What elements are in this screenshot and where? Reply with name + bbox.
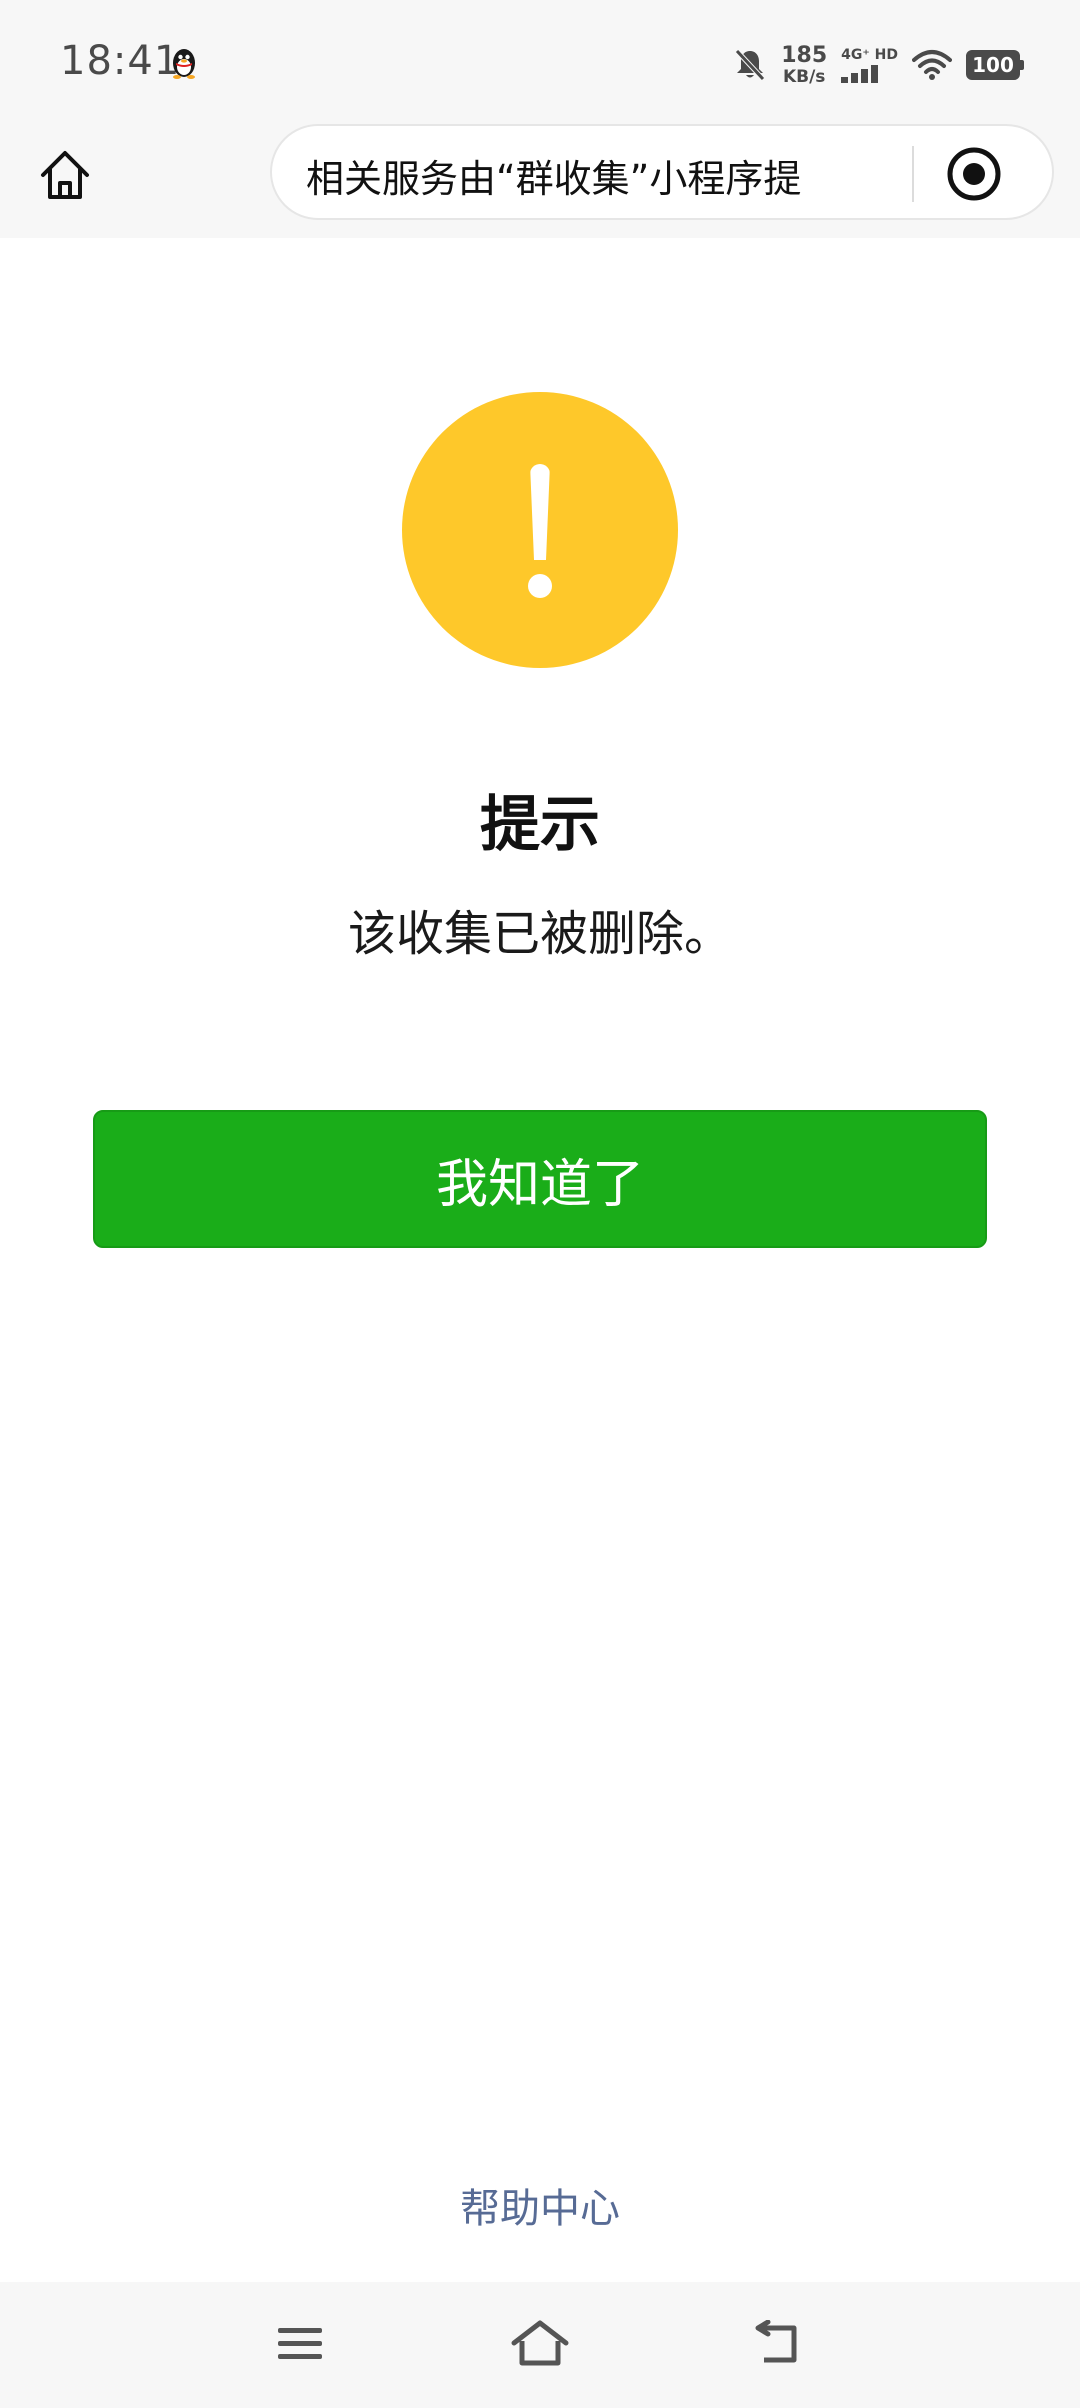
page: 18:41 185 KB/s 4G⁺ HD 100 相关服务由“群收集”小程序提… <box>0 0 1080 2408</box>
close-miniprogram-button[interactable] <box>944 144 1004 204</box>
warning-icon <box>402 392 678 668</box>
system-home-button[interactable] <box>510 2314 570 2374</box>
signal-indicator: 4G⁺ HD <box>841 48 898 83</box>
confirm-button[interactable]: 我知道了 <box>93 1110 987 1248</box>
net-speed: 185 KB/s <box>781 42 828 87</box>
status-bar: 18:41 185 KB/s 4G⁺ HD 100 <box>0 0 1080 118</box>
net-speed-value: 185 <box>781 42 828 68</box>
qq-penguin-icon <box>173 49 195 79</box>
help-center-link[interactable]: 帮助中心 <box>0 2176 1080 2234</box>
status-time: 18:41 <box>60 38 181 84</box>
dialog-title: 提示 <box>480 790 600 860</box>
menu-icon <box>278 2328 322 2359</box>
system-back-button[interactable] <box>750 2314 810 2374</box>
home-button[interactable] <box>30 140 100 210</box>
back-icon <box>755 2320 797 2363</box>
status-indicators: 185 KB/s 4G⁺ HD 100 <box>733 40 1024 90</box>
system-menu-button[interactable] <box>270 2314 330 2374</box>
home-icon <box>511 2320 569 2366</box>
mute-bell-icon <box>735 49 766 81</box>
capsule-divider <box>912 146 914 202</box>
signal-icon <box>841 64 879 83</box>
battery-level: 100 <box>972 53 1014 77</box>
signal-label: 4G⁺ HD <box>841 46 898 63</box>
home-icon <box>41 151 89 199</box>
dialog-message: 该收集已被删除。 <box>347 906 732 962</box>
net-speed-unit: KB/s <box>782 66 826 87</box>
system-nav-bar <box>0 2282 1080 2408</box>
service-capsule[interactable]: 相关服务由“群收集”小程序提 <box>270 124 1054 220</box>
service-provider-text: 相关服务由“群收集”小程序提 <box>306 157 802 201</box>
nav-bar: 相关服务由“群收集”小程序提 <box>0 118 1080 238</box>
wifi-icon <box>912 50 952 80</box>
battery-icon: 100 <box>966 50 1024 80</box>
target-icon <box>947 147 1001 201</box>
